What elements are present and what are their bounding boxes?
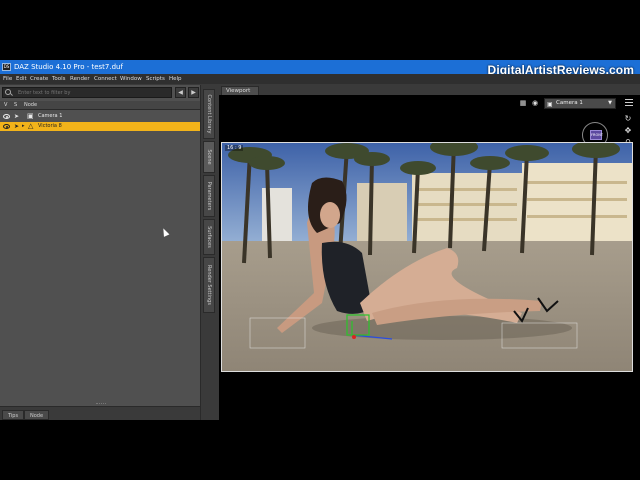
- figure-icon: △: [28, 122, 34, 130]
- menu-file[interactable]: File: [3, 74, 12, 84]
- tab-viewport[interactable]: Viewport: [221, 86, 259, 95]
- scene-row-camera[interactable]: ➤ ▣ Camera 1: [0, 112, 200, 121]
- draw-style-icon[interactable]: ◉: [531, 99, 539, 107]
- menu-window[interactable]: Window: [120, 74, 142, 84]
- pointer-icon[interactable]: ➤: [14, 123, 20, 130]
- render-preview[interactable]: 16 : 9: [221, 142, 633, 372]
- splitter-grip[interactable]: [96, 403, 106, 405]
- eye-icon[interactable]: [3, 124, 10, 129]
- scene-pane: ◀ ▶ V S Node ➤ ▣ Camera 1 ➤ ▸ △ Victoria…: [0, 85, 200, 420]
- viewport-toolbar: ▦ ◉ ▣ Camera 1 ▼: [219, 95, 640, 111]
- pan-icon[interactable]: ✥: [623, 126, 633, 136]
- aspect-ratio-label: 16 : 9: [225, 145, 244, 151]
- header-selectable[interactable]: S: [14, 101, 17, 110]
- tab-scene[interactable]: Scene: [203, 141, 215, 173]
- node-label: Camera 1: [38, 113, 63, 119]
- camera-select-value: Camera 1: [556, 100, 583, 106]
- viewport-menu-icon[interactable]: [625, 99, 633, 107]
- next-button[interactable]: ▶: [188, 87, 199, 98]
- tab-node[interactable]: Node: [24, 410, 50, 420]
- orbit-icon[interactable]: ↻: [623, 114, 633, 124]
- tab-render-settings[interactable]: Render Settings: [203, 257, 215, 313]
- title-bar: DS DAZ Studio 4.10 Pro - test7.duf Digit…: [0, 60, 640, 77]
- camera-icon: ▣: [27, 112, 34, 120]
- window-title: DAZ Studio 4.10 Pro - test7.duf: [14, 63, 123, 71]
- navcube-face[interactable]: FRONT: [590, 130, 603, 140]
- chevron-down-icon: ▼: [608, 100, 612, 106]
- filter-input[interactable]: [2, 87, 172, 98]
- node-label: Victoria 8: [38, 123, 62, 129]
- scene-row-figure[interactable]: ➤ ▸ △ Victoria 8: [0, 122, 200, 131]
- search-icon: [5, 89, 11, 95]
- tab-surfaces[interactable]: Surfaces: [203, 219, 215, 255]
- daz-app-icon: DS: [2, 63, 11, 71]
- scene-preview-image: [222, 143, 632, 371]
- menu-help[interactable]: Help: [169, 74, 182, 84]
- image-icon[interactable]: ▦: [519, 99, 527, 107]
- daz-studio-window: DS DAZ Studio 4.10 Pro - test7.duf Digit…: [0, 60, 640, 420]
- letterbox-bottom: [0, 420, 640, 480]
- scene-column-header: V S Node: [0, 101, 200, 110]
- menu-tools[interactable]: Tools: [52, 74, 66, 84]
- camera-icon: ▣: [547, 101, 553, 108]
- menu-create[interactable]: Create: [30, 74, 48, 84]
- tab-parameters[interactable]: Parameters: [203, 175, 215, 217]
- menu-bar: File Edit Create Tools Render Connect Wi…: [0, 74, 640, 84]
- left-bottom-tabs: Tips Node: [0, 406, 200, 420]
- expand-arrow-icon[interactable]: ▸: [22, 122, 25, 131]
- mouse-cursor: [160, 227, 170, 237]
- tab-tips[interactable]: Tips: [2, 410, 25, 420]
- menu-render[interactable]: Render: [70, 74, 90, 84]
- prev-button[interactable]: ◀: [175, 87, 186, 98]
- tab-content-library[interactable]: Content Library: [203, 89, 215, 139]
- eye-icon[interactable]: [3, 114, 10, 119]
- header-node[interactable]: Node: [24, 101, 37, 110]
- letterbox-top: [0, 0, 640, 60]
- menu-scripts[interactable]: Scripts: [146, 74, 165, 84]
- side-tab-strip: Content Library Scene Parameters Surface…: [200, 85, 216, 420]
- viewport-tab-bar: Viewport: [217, 85, 640, 95]
- pointer-icon[interactable]: ➤: [14, 113, 20, 120]
- filter-bar: ◀ ▶: [2, 87, 199, 98]
- camera-select[interactable]: ▣ Camera 1 ▼: [544, 98, 616, 109]
- header-visible[interactable]: V: [4, 101, 7, 110]
- menu-connect[interactable]: Connect: [94, 74, 117, 84]
- menu-edit[interactable]: Edit: [16, 74, 27, 84]
